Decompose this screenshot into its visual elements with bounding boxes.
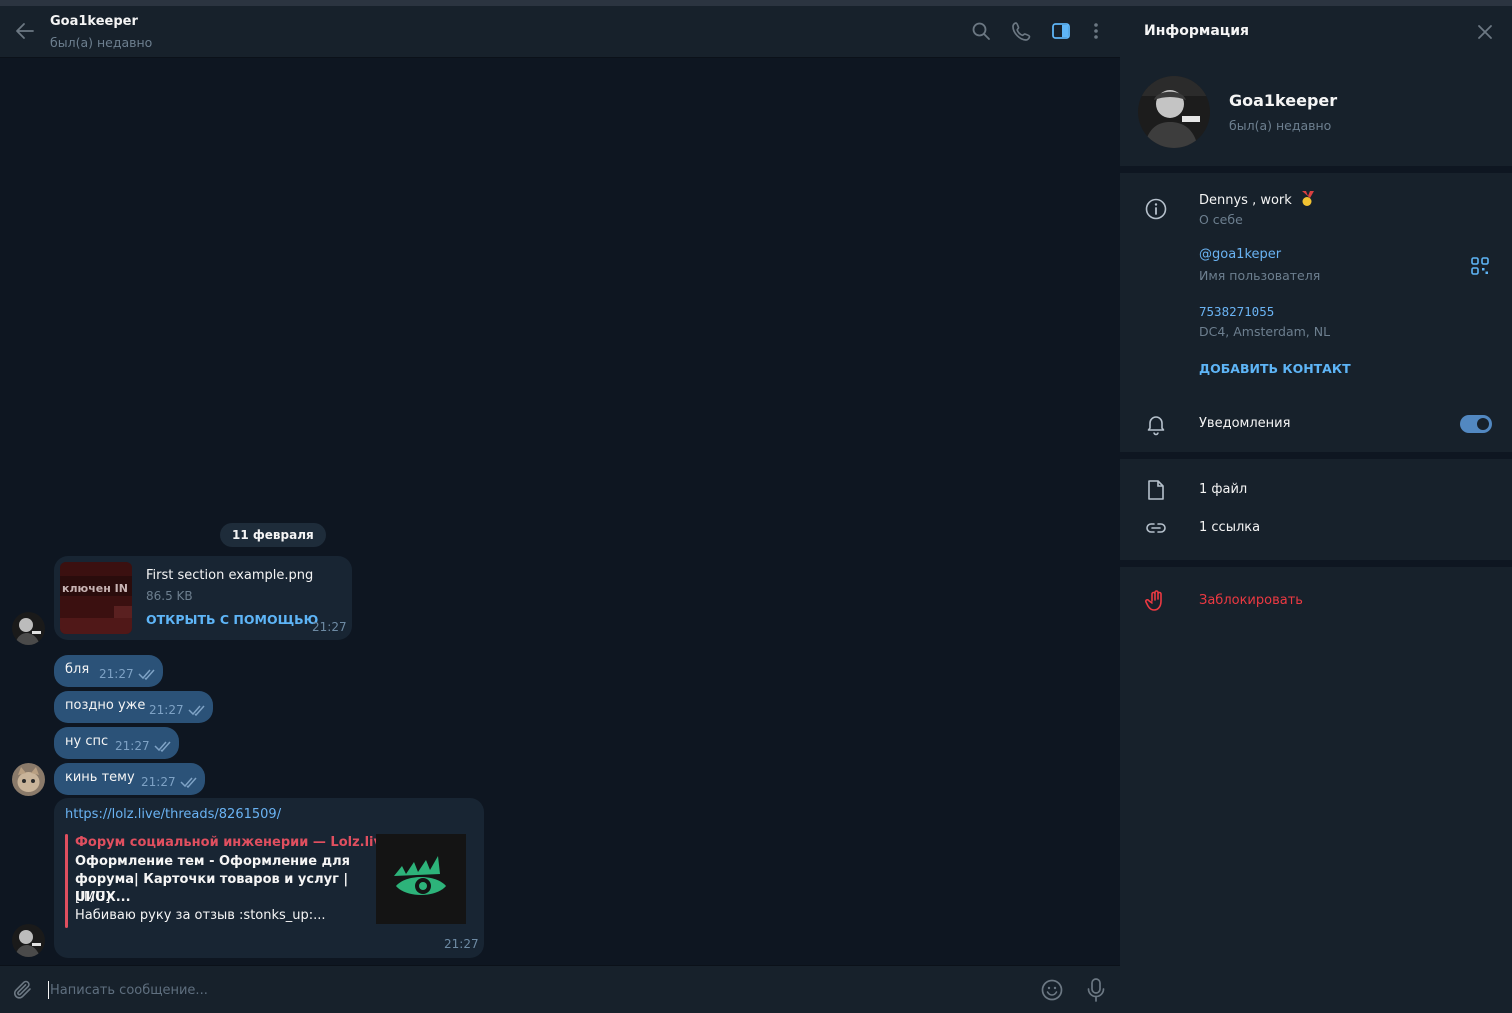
medal-icon bbox=[1301, 191, 1314, 206]
search-icon[interactable] bbox=[970, 20, 992, 42]
file-thumbnail[interactable]: ключен IN bbox=[60, 562, 132, 634]
link-message[interactable]: https://lolz.live/threads/8261509/ Форум… bbox=[54, 798, 484, 958]
read-ticks-icon bbox=[188, 705, 205, 716]
avatar[interactable] bbox=[12, 612, 45, 645]
message-text: поздно уже bbox=[65, 698, 146, 713]
close-icon[interactable] bbox=[1474, 21, 1496, 43]
sidebar-toggle-icon[interactable] bbox=[1050, 20, 1072, 42]
read-ticks-icon bbox=[180, 777, 197, 788]
avatar[interactable] bbox=[12, 924, 45, 957]
microphone-icon[interactable] bbox=[1084, 977, 1108, 1003]
bio-value: Dennys , work bbox=[1199, 191, 1314, 208]
chat-area: Goa1keeper был(а) недавно 11 февраля клю… bbox=[0, 6, 1120, 1013]
message-link[interactable]: https://lolz.live/threads/8261509/ bbox=[65, 807, 281, 822]
phone-icon[interactable] bbox=[1011, 20, 1033, 42]
message-time: 21:27 bbox=[312, 620, 347, 634]
message-time: 21:27 bbox=[115, 739, 150, 753]
section-divider bbox=[1120, 166, 1512, 173]
chat-header: Goa1keeper был(а) недавно bbox=[0, 6, 1120, 58]
message-text: ну спс bbox=[65, 734, 109, 749]
message-time: 21:27 bbox=[141, 775, 176, 789]
block-button[interactable]: Заблокировать bbox=[1199, 593, 1303, 608]
message-bubble[interactable]: ну спс 21:27 bbox=[54, 727, 179, 759]
toggle-knob bbox=[1477, 418, 1489, 430]
emoji-icon[interactable] bbox=[1040, 978, 1064, 1002]
message-time: 21:27 bbox=[149, 703, 184, 717]
profile-name: Goa1keeper bbox=[1229, 91, 1338, 110]
date-separator: 11 февраля bbox=[220, 523, 326, 547]
thumbnail-text: ключен IN bbox=[62, 582, 128, 595]
username-label: Имя пользователя bbox=[1199, 268, 1321, 283]
bell-icon bbox=[1147, 416, 1165, 436]
text-caret bbox=[48, 981, 49, 999]
message-composer bbox=[0, 965, 1120, 1013]
bio-label: О себе bbox=[1199, 212, 1243, 227]
preview-accent-bar bbox=[65, 834, 68, 928]
section-divider bbox=[1120, 560, 1512, 567]
info-panel: Информация Goa1keeper был(а) недавно Den… bbox=[1120, 6, 1512, 1013]
message-bubble[interactable]: бля 21:27 bbox=[54, 655, 163, 687]
preview-desc-line: Набиваю руку за отзыв :stonks_up:... bbox=[75, 908, 326, 923]
qr-code-icon[interactable] bbox=[1470, 256, 1490, 276]
message-input[interactable] bbox=[50, 977, 950, 1003]
back-arrow-icon[interactable] bbox=[14, 20, 36, 42]
files-item[interactable]: 1 файл bbox=[1199, 482, 1247, 497]
profile-avatar[interactable] bbox=[1138, 76, 1210, 148]
section-divider bbox=[1120, 452, 1512, 459]
phone-value[interactable]: 7538271055 bbox=[1199, 304, 1274, 319]
read-ticks-icon bbox=[138, 669, 155, 680]
message-bubble[interactable]: поздно уже 21:27 bbox=[54, 691, 213, 723]
preview-desc-line: [IMG] bbox=[75, 890, 111, 905]
info-icon bbox=[1145, 198, 1167, 220]
open-with-button[interactable]: ОТКРЫТЬ С ПОМОЩЬЮ bbox=[146, 612, 318, 627]
preview-description: [IMG] Набиваю руку за отзыв :stonks_up:.… bbox=[75, 889, 375, 925]
panel-title: Информация bbox=[1144, 23, 1249, 39]
file-name: First section example.png bbox=[146, 568, 314, 583]
message-time: 21:27 bbox=[99, 667, 134, 681]
message-text: бля bbox=[65, 662, 90, 677]
links-item[interactable]: 1 ссылка bbox=[1199, 520, 1260, 535]
username-value[interactable]: @goa1keper bbox=[1199, 247, 1281, 262]
message-text: кинь тему bbox=[65, 770, 135, 785]
phone-label: DC4, Amsterdam, NL bbox=[1199, 324, 1331, 339]
file-size: 86.5 KB bbox=[146, 589, 193, 603]
attach-icon[interactable] bbox=[12, 979, 34, 1001]
chat-status: был(а) недавно bbox=[50, 35, 153, 50]
avatar[interactable] bbox=[12, 763, 45, 796]
more-vertical-icon[interactable] bbox=[1085, 20, 1107, 42]
link-icon bbox=[1146, 523, 1166, 533]
message-list[interactable]: 11 февраля ключен IN First section examp… bbox=[0, 58, 1120, 965]
preview-site-name[interactable]: Форум социальной инженерии — Lolz.live..… bbox=[75, 835, 406, 850]
preview-image[interactable] bbox=[376, 834, 466, 924]
message-bubble[interactable]: кинь тему 21:27 bbox=[54, 763, 205, 795]
notifications-label: Уведомления bbox=[1199, 416, 1291, 431]
file-message[interactable]: ключен IN First section example.png 86.5… bbox=[54, 556, 352, 640]
hand-stop-icon bbox=[1145, 590, 1162, 611]
message-time: 21:27 bbox=[444, 937, 479, 951]
bio-text: Dennys , work bbox=[1199, 193, 1292, 208]
file-icon bbox=[1148, 480, 1164, 500]
notifications-toggle[interactable] bbox=[1460, 415, 1492, 433]
read-ticks-icon bbox=[154, 741, 171, 752]
add-contact-button[interactable]: ДОБАВИТЬ КОНТАКТ bbox=[1199, 361, 1351, 376]
chat-title[interactable]: Goa1keeper bbox=[50, 14, 138, 29]
profile-status: был(а) недавно bbox=[1229, 118, 1332, 133]
